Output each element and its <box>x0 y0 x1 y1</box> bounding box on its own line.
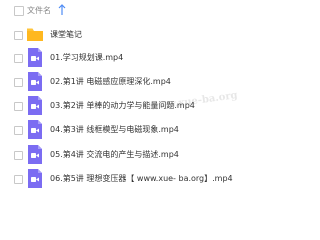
row-checkbox[interactable] <box>14 126 23 135</box>
file-name[interactable]: 02.第1讲 电磁感应原理深化.mp4 <box>50 77 171 87</box>
file-row[interactable]: 04.第3讲 线框模型与电磁现象.mp4 <box>0 118 300 142</box>
sort-arrow-up-icon[interactable] <box>58 4 66 16</box>
file-list-header: 文件名 <box>0 0 300 22</box>
name-column-header[interactable]: 文件名 <box>27 6 51 16</box>
folder-row[interactable]: 课堂笔记 <box>0 23 300 47</box>
file-name[interactable]: 课堂笔记 <box>50 30 82 40</box>
file-name[interactable]: 06.第5讲 理想变压器【 www.xue- ba.org】.mp4 <box>50 174 233 184</box>
video-file-icon <box>28 120 42 139</box>
file-row[interactable]: 05.第4讲 交流电的产生与描述.mp4 <box>0 143 300 167</box>
video-file-icon <box>28 96 42 115</box>
video-file-icon <box>28 169 42 188</box>
file-row[interactable]: 06.第5讲 理想变压器【 www.xue- ba.org】.mp4 <box>0 167 300 191</box>
row-checkbox[interactable] <box>14 151 23 160</box>
video-file-icon <box>28 72 42 91</box>
video-file-icon <box>28 145 42 164</box>
file-row[interactable]: 01.学习规划课.mp4 <box>0 46 300 70</box>
file-name[interactable]: 01.学习规划课.mp4 <box>50 53 123 63</box>
file-name[interactable]: 05.第4讲 交流电的产生与描述.mp4 <box>50 150 179 160</box>
row-checkbox[interactable] <box>14 175 23 184</box>
file-row[interactable]: 02.第1讲 电磁感应原理深化.mp4 <box>0 70 300 94</box>
row-checkbox[interactable] <box>14 54 23 63</box>
row-checkbox[interactable] <box>14 102 23 111</box>
video-file-icon <box>28 48 42 67</box>
folder-icon <box>27 28 43 41</box>
row-checkbox[interactable] <box>14 78 23 87</box>
file-name[interactable]: 04.第3讲 线框模型与电磁现象.mp4 <box>50 125 179 135</box>
row-checkbox[interactable] <box>14 31 23 40</box>
select-all-checkbox[interactable] <box>14 6 24 16</box>
